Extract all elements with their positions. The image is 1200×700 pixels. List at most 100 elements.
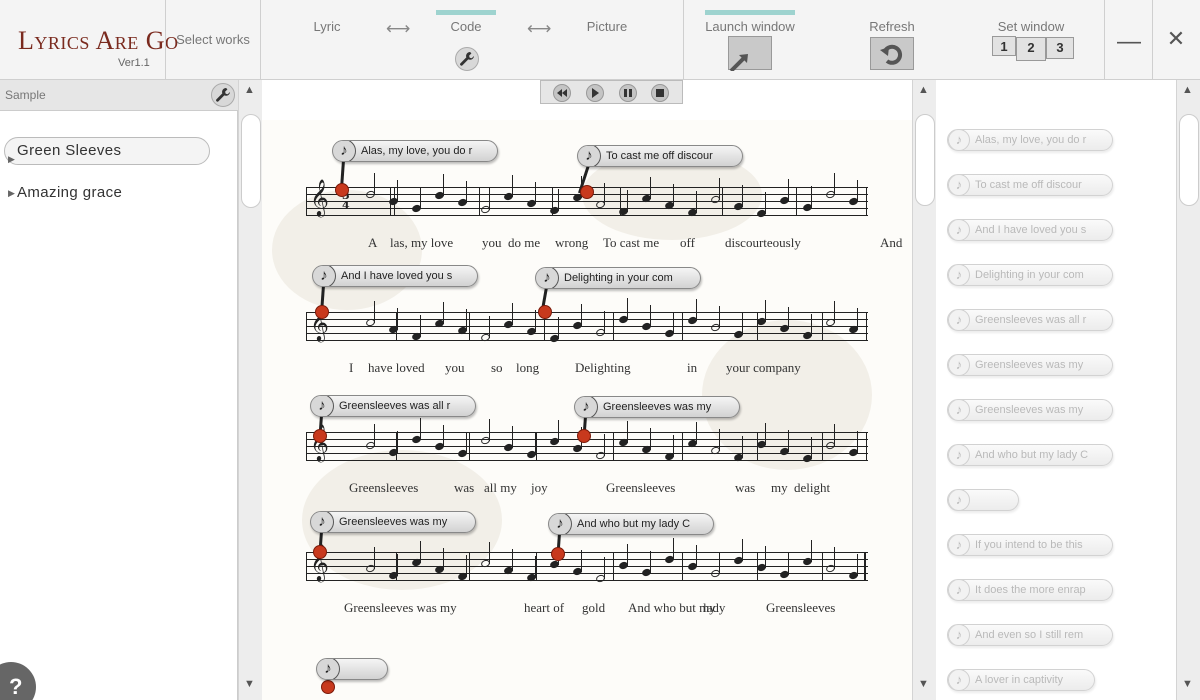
select-works-button[interactable]: Select works bbox=[166, 32, 260, 47]
lyric-cue-bubble[interactable]: ♪ Greensleeves was my bbox=[574, 396, 740, 418]
cue-marker[interactable] bbox=[335, 183, 349, 197]
lyric-cue-bubble[interactable]: ♪ And who but my lady C bbox=[548, 513, 714, 535]
note-stem bbox=[857, 431, 858, 453]
cue-marker[interactable] bbox=[321, 680, 335, 694]
cue-list-item[interactable]: ♪ Delighting in your com bbox=[947, 264, 1113, 286]
cue-list-scrollbar[interactable]: ▲ ▼ bbox=[1176, 80, 1200, 700]
cue-list-item[interactable]: ♪ bbox=[947, 489, 1019, 511]
cue-list-item[interactable]: ♪ To cast me off discour bbox=[947, 174, 1113, 196]
cue-list-item[interactable]: ♪ Greensleeves was all r bbox=[947, 309, 1113, 331]
cue-list-item[interactable]: ♪ And I have loved you s bbox=[947, 219, 1113, 241]
note-stem bbox=[535, 556, 536, 578]
mode-tab-picture[interactable]: Picture bbox=[578, 19, 636, 34]
cue-marker[interactable] bbox=[315, 305, 329, 319]
cue-list-item[interactable]: ♪ And who but my lady C bbox=[947, 444, 1113, 466]
music-note-icon: ♪ bbox=[948, 265, 970, 285]
scroll-bottom-icon[interactable]: ▼ bbox=[918, 678, 929, 690]
mode-tab-code[interactable]: Code bbox=[436, 19, 496, 34]
note-stem bbox=[650, 551, 651, 573]
music-note-icon: ♪ bbox=[948, 130, 970, 150]
lyric-cue-bubble[interactable]: ♪ bbox=[316, 658, 388, 680]
note-stem bbox=[374, 173, 375, 195]
music-note-icon: ♪ bbox=[549, 514, 572, 534]
cue-list-item[interactable]: ♪ If you intend to be this bbox=[947, 534, 1113, 556]
music-note-icon: ♪ bbox=[948, 580, 970, 600]
set-window-1-button[interactable]: 1 bbox=[992, 36, 1016, 56]
play-button[interactable] bbox=[586, 84, 604, 102]
scroll-top-icon[interactable]: ▲ bbox=[1182, 84, 1193, 96]
staff-line bbox=[306, 566, 868, 567]
set-window-2-button[interactable]: 2 bbox=[1016, 37, 1046, 61]
launch-window-button[interactable] bbox=[728, 36, 772, 73]
work-item-amazing-grace[interactable]: ▶ Amazing grace bbox=[5, 184, 122, 201]
mode-tab-lyric[interactable]: Lyric bbox=[300, 19, 354, 34]
help-button[interactable]: ? bbox=[0, 662, 36, 700]
lyric-word: Greensleeves bbox=[606, 480, 676, 495]
toolbar-divider bbox=[1104, 0, 1105, 80]
cue-text: Greensleeves was my bbox=[339, 516, 448, 528]
cue-marker[interactable] bbox=[577, 429, 591, 443]
code-settings-button[interactable] bbox=[455, 47, 479, 71]
work-item-green-sleeves[interactable]: ▶ Green Sleeves bbox=[4, 137, 210, 165]
lyric-cue-bubble[interactable]: ♪ Greensleeves was all r bbox=[310, 395, 476, 417]
cue-marker[interactable] bbox=[580, 185, 594, 199]
stop-button[interactable] bbox=[651, 84, 669, 102]
refresh-button[interactable] bbox=[870, 37, 914, 70]
scroll-thumb[interactable] bbox=[241, 114, 261, 208]
cue-list-item[interactable]: ♪ Greensleeves was my bbox=[947, 354, 1113, 376]
cue-marker[interactable] bbox=[313, 545, 327, 559]
scroll-top-icon[interactable]: ▲ bbox=[918, 84, 929, 96]
lyric-cue-bubble[interactable]: ♪ Alas, my love, you do r bbox=[332, 140, 498, 162]
lyric-word: joy bbox=[531, 480, 548, 495]
scroll-thumb[interactable] bbox=[915, 114, 935, 206]
bar-line bbox=[536, 432, 537, 461]
score-scrollbar[interactable]: ▲ ▼ bbox=[912, 80, 936, 700]
lyric-cue-bubble[interactable]: ♪ To cast me off discour bbox=[577, 145, 743, 167]
cue-marker[interactable] bbox=[313, 429, 327, 443]
lyric-cue-bubble[interactable]: ♪ Greensleeves was my bbox=[310, 511, 476, 533]
cue-list-item[interactable]: ♪ It does the more enrap bbox=[947, 579, 1113, 601]
lyric-word: in bbox=[687, 360, 698, 375]
minimize-button[interactable]: — bbox=[1109, 28, 1149, 56]
note-stem bbox=[581, 550, 582, 572]
lyric-cue-bubble[interactable]: ♪ And I have loved you s bbox=[312, 265, 478, 287]
scroll-thumb[interactable] bbox=[1179, 114, 1199, 206]
cue-marker[interactable] bbox=[538, 305, 552, 319]
cue-list-item[interactable]: ♪ Alas, my love, you do r bbox=[947, 129, 1113, 151]
treble-clef-icon: 𝄞 bbox=[310, 178, 329, 216]
scroll-top-icon[interactable]: ▲ bbox=[244, 84, 255, 96]
note-stem bbox=[443, 548, 444, 570]
works-settings-button[interactable] bbox=[211, 83, 235, 107]
lyric-cue-bubble[interactable]: ♪ Delighting in your com bbox=[535, 267, 701, 289]
bar-line bbox=[722, 187, 723, 216]
note-stem bbox=[696, 422, 697, 444]
lyric-word: Greensleeves bbox=[766, 600, 836, 615]
scroll-bottom-icon[interactable]: ▼ bbox=[244, 678, 255, 690]
cue-list-item[interactable]: ♪ Greensleeves was my bbox=[947, 399, 1113, 421]
note-stem bbox=[627, 298, 628, 320]
lyric-word: Greensleeves was my bbox=[344, 600, 457, 615]
rewind-button[interactable] bbox=[553, 84, 571, 102]
music-note-icon: ♪ bbox=[333, 141, 356, 161]
note-stem bbox=[420, 541, 421, 563]
close-button[interactable]: ✕ bbox=[1156, 26, 1196, 52]
bar-line bbox=[796, 187, 797, 216]
lyric-word: delight bbox=[794, 480, 831, 495]
cue-list-item[interactable]: ♪ And even so I still rem bbox=[947, 624, 1113, 646]
pause-button[interactable] bbox=[619, 84, 637, 102]
bar-line bbox=[822, 552, 823, 581]
set-window-3-button[interactable]: 3 bbox=[1046, 37, 1074, 59]
note-stem bbox=[627, 190, 628, 212]
cue-marker[interactable] bbox=[551, 547, 565, 561]
note-stem bbox=[604, 311, 605, 333]
music-note-icon: ♪ bbox=[948, 355, 970, 375]
note-stem bbox=[535, 310, 536, 332]
scroll-bottom-icon[interactable]: ▼ bbox=[1182, 678, 1193, 690]
bar-line bbox=[469, 312, 470, 341]
set-window-label: Set window bbox=[997, 19, 1065, 34]
cue-list-item[interactable]: ♪ A lover in captivity bbox=[947, 669, 1095, 691]
note-stem bbox=[673, 312, 674, 334]
note-stem bbox=[374, 301, 375, 323]
works-scrollbar[interactable]: ▲ ▼ bbox=[238, 80, 262, 700]
note-stem bbox=[489, 542, 490, 564]
